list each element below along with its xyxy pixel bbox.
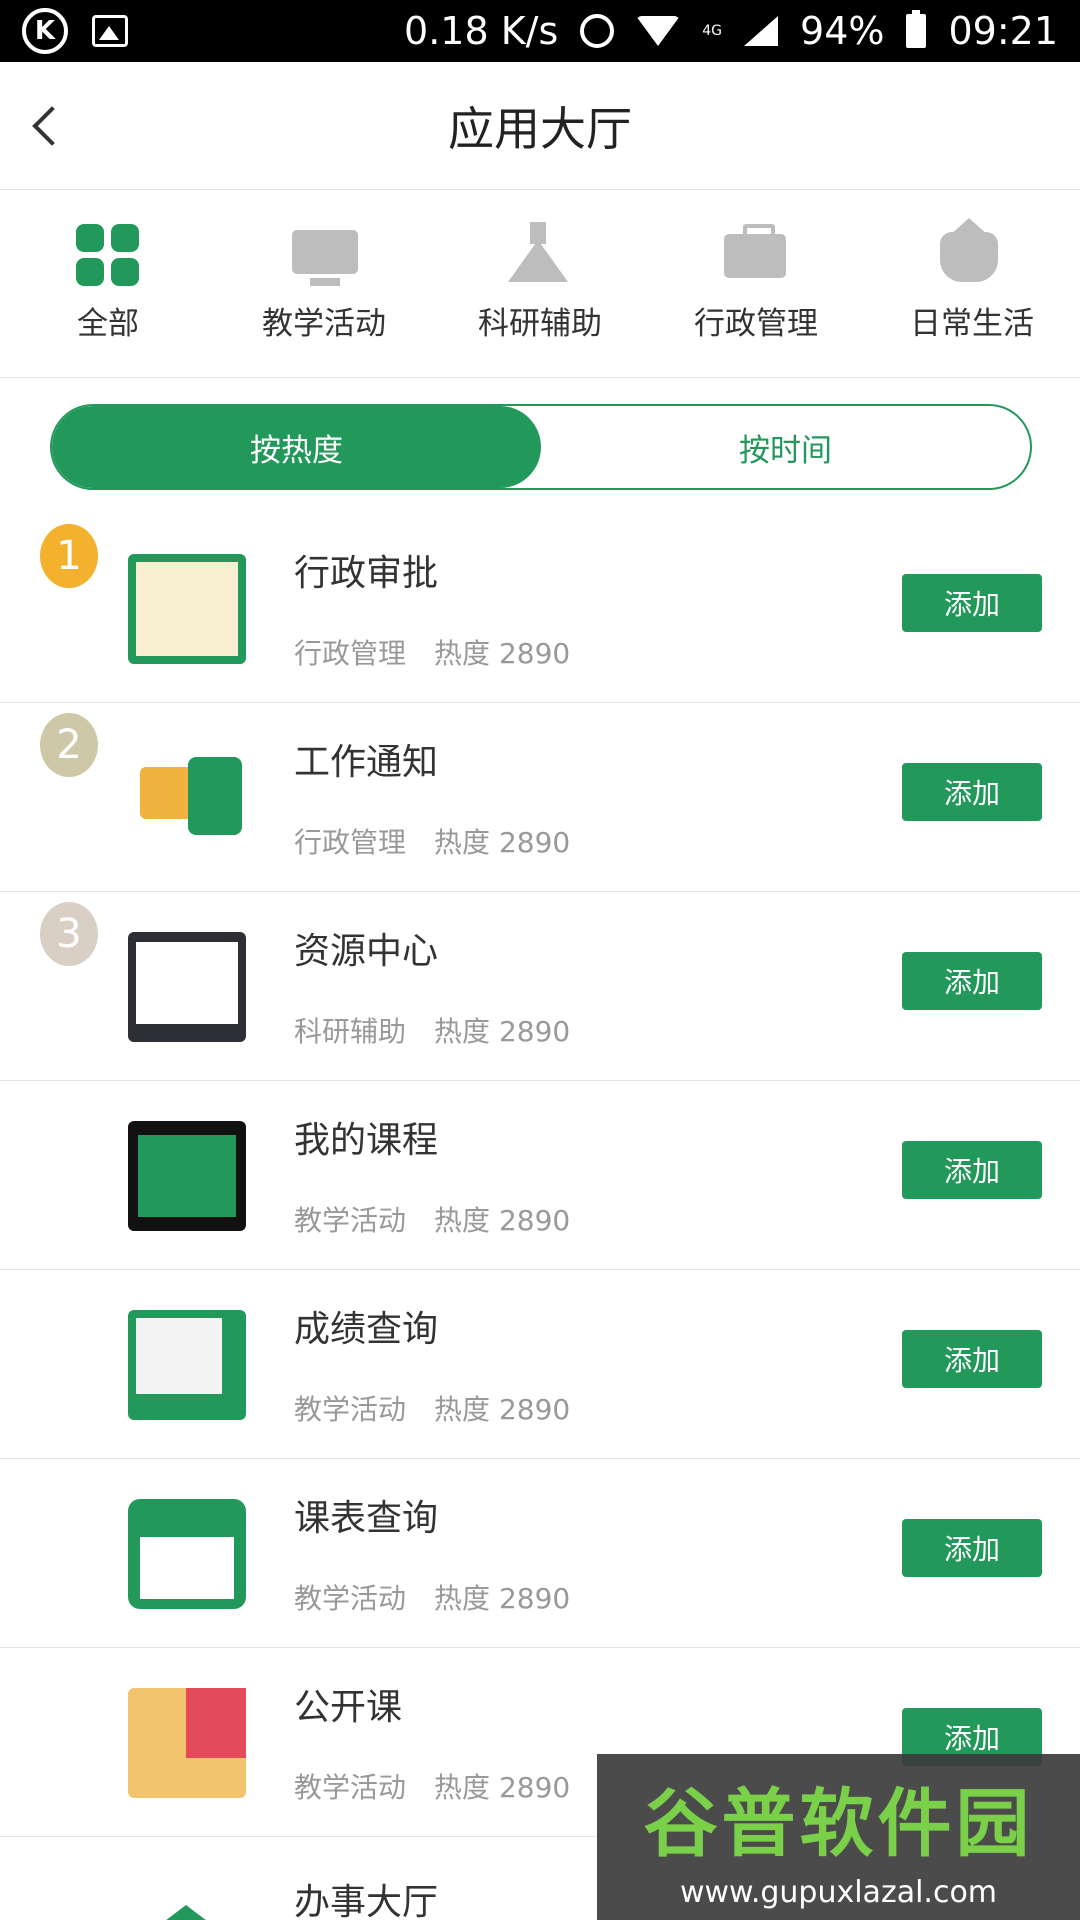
app-category: 教学活动 — [294, 1393, 407, 1426]
monitor-icon — [292, 224, 358, 286]
app-name: 我的课程 — [294, 1120, 439, 1161]
rank-badge: 1 — [40, 524, 98, 588]
sort-by-heat-button[interactable]: 按热度 — [52, 406, 541, 488]
grade-report-icon — [128, 1310, 246, 1420]
notepad-pencil-icon — [128, 554, 246, 664]
category-tabs: 全部 教学活动 科研辅助 行政管理 日常生活 — [0, 190, 1080, 378]
list-item[interactable]: 1 行政审批 行政管理 热度 2890 添加 — [0, 514, 1080, 703]
app-category: 教学活动 — [294, 1204, 407, 1237]
rank-badge: 2 — [40, 713, 98, 777]
app-name: 课表查询 — [294, 1498, 439, 1539]
course-icon — [128, 1121, 246, 1231]
heat-label: 热度 — [434, 1204, 491, 1237]
network-type: 4G — [702, 23, 723, 39]
add-button[interactable]: 添加 — [902, 1519, 1042, 1577]
app-category: 行政管理 — [294, 826, 407, 859]
wifi-icon — [636, 16, 681, 46]
category-all[interactable]: 全部 — [0, 224, 216, 343]
heat-value: 2890 — [498, 1771, 571, 1804]
page-title: 应用大厅 — [448, 101, 632, 156]
watermark: 谷普软件园 www.gupuxlazal.com — [597, 1754, 1080, 1920]
megaphone-icon — [128, 743, 246, 853]
heat-label: 热度 — [434, 1015, 491, 1048]
app-name: 行政审批 — [294, 553, 439, 594]
list-item[interactable]: 2 工作通知 行政管理 热度 2890 添加 — [0, 703, 1080, 892]
list-item[interactable]: 课表查询 教学活动 热度 2890 添加 — [0, 1459, 1080, 1648]
heat-label: 热度 — [434, 1582, 491, 1615]
back-arrow-icon[interactable] — [32, 105, 72, 146]
add-button[interactable]: 添加 — [902, 574, 1042, 632]
heat-value: 2890 — [498, 637, 571, 670]
category-admin[interactable]: 行政管理 — [648, 224, 864, 343]
heat-value: 2890 — [498, 1393, 571, 1426]
monitor-pointer-icon — [128, 932, 246, 1042]
add-button[interactable]: 添加 — [902, 952, 1042, 1010]
heat-label: 热度 — [434, 1771, 491, 1804]
house-icon — [940, 218, 1004, 286]
heat-value: 2890 — [498, 826, 571, 859]
building-icon — [128, 1881, 246, 1920]
app-category: 教学活动 — [294, 1771, 407, 1804]
image-notification-icon — [92, 15, 128, 47]
list-item[interactable]: 我的课程 教学活动 热度 2890 添加 — [0, 1081, 1080, 1270]
app-name: 成绩查询 — [294, 1309, 439, 1350]
network-speed: 0.18 K/s — [404, 9, 559, 53]
heat-label: 热度 — [434, 826, 491, 859]
status-bar: K 0.18 K/s 4G 94% 09:21 — [0, 0, 1080, 62]
category-teaching[interactable]: 教学活动 — [216, 224, 432, 343]
page-header: 应用大厅 — [0, 62, 1080, 190]
list-item[interactable]: 3 资源中心 科研辅助 热度 2890 添加 — [0, 892, 1080, 1081]
watermark-text: 谷普软件园 — [643, 1781, 1034, 1867]
briefcase-icon — [724, 224, 788, 286]
grid-icon — [76, 224, 140, 286]
video-screen-icon — [128, 1688, 246, 1798]
category-research[interactable]: 科研辅助 — [432, 222, 648, 343]
app-name: 工作通知 — [294, 742, 439, 783]
app-name: 资源中心 — [294, 931, 439, 972]
heat-value: 2890 — [498, 1582, 571, 1615]
cell-signal-icon — [744, 16, 779, 46]
list-item[interactable]: 成绩查询 教学活动 热度 2890 添加 — [0, 1270, 1080, 1459]
heat-value: 2890 — [498, 1015, 571, 1048]
sort-toggle: 按热度 按时间 — [50, 404, 1032, 490]
heat-value: 2890 — [498, 1204, 571, 1237]
battery-percent: 94% — [800, 9, 885, 53]
app-category: 科研辅助 — [294, 1015, 407, 1048]
add-button[interactable]: 添加 — [902, 1141, 1042, 1199]
rank-badge: 3 — [40, 902, 98, 966]
app-category: 行政管理 — [294, 637, 407, 670]
calendar-icon — [128, 1499, 246, 1609]
watermark-url: www.gupuxlazal.com — [679, 1875, 998, 1910]
category-label: 教学活动 — [262, 306, 386, 342]
flask-icon — [508, 222, 572, 286]
heat-label: 热度 — [434, 1393, 491, 1426]
clock: 09:21 — [948, 9, 1058, 53]
category-label: 科研辅助 — [478, 306, 602, 342]
app-name: 公开课 — [294, 1687, 403, 1728]
app-category: 教学活动 — [294, 1582, 407, 1615]
heat-label: 热度 — [434, 637, 491, 670]
category-label: 全部 — [77, 306, 139, 342]
add-button[interactable]: 添加 — [902, 763, 1042, 821]
app-list: 1 行政审批 行政管理 热度 2890 添加 2 工作通知 行政管理 热度 28… — [0, 514, 1080, 1920]
add-button[interactable]: 添加 — [902, 1330, 1042, 1388]
category-label: 行政管理 — [694, 306, 818, 342]
category-daily-life[interactable]: 日常生活 — [864, 218, 1080, 343]
sort-by-time-button[interactable]: 按时间 — [541, 406, 1030, 488]
category-label: 日常生活 — [910, 306, 1034, 342]
app-name: 办事大厅 — [294, 1882, 439, 1920]
alarm-icon — [580, 14, 615, 48]
battery-icon — [906, 10, 927, 48]
k-app-icon: K — [22, 8, 68, 54]
